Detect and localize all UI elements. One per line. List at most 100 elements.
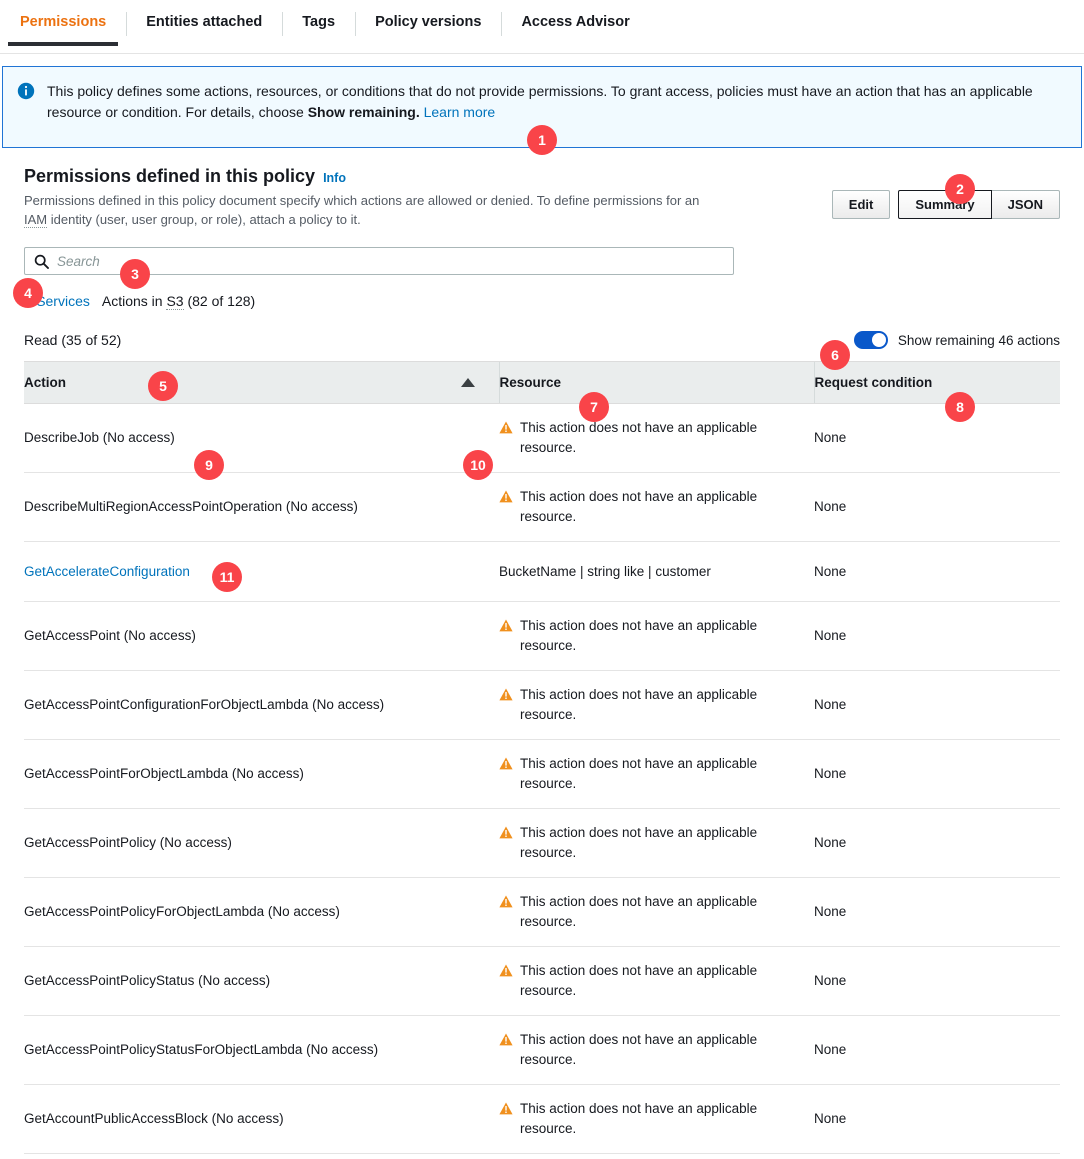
no-resource-warning: This action does not have an applicable … — [499, 685, 804, 725]
alert-text-lead: This policy defines some actions, resour… — [47, 83, 1033, 120]
no-resource-text: This action does not have an applicable … — [520, 1032, 758, 1067]
show-remaining-toggle[interactable] — [853, 331, 888, 349]
action-name: GetAccessPoint (No access) — [24, 628, 196, 643]
tab-access-advisor[interactable]: Access Advisor — [501, 0, 649, 46]
table-row: GetAccountPublicAccessBlock (No access) T… — [24, 1084, 1060, 1154]
page-root: Permissions Entities attached Tags Policy v… — [0, 0, 1084, 1159]
json-view-button[interactable]: JSON — [990, 190, 1060, 219]
action-name: GetAccessPointForObjectLambda (No access… — [24, 766, 304, 781]
tab-tags[interactable]: Tags — [282, 0, 355, 46]
request-condition-value: None — [814, 766, 847, 781]
action-cell: GetAccessPointPolicyStatusForObjectLambd… — [24, 1015, 499, 1085]
action-link[interactable]: GetAccelerateConfiguration — [24, 564, 190, 579]
action-name: GetAccessPointPolicyStatusForObjectLambd… — [24, 1042, 379, 1057]
breadcrumb-services-link[interactable]: Services — [36, 293, 90, 309]
table-header-row: Action Resource Request condition — [24, 361, 1060, 404]
no-resource-warning: This action does not have an applicable … — [499, 1030, 804, 1070]
alert-text-emphasis: Show remaining. — [307, 104, 420, 120]
edit-button[interactable]: Edit — [831, 190, 891, 219]
column-header-resource[interactable]: Resource — [498, 361, 814, 404]
no-resource-warning: This action does not have an applicable … — [499, 418, 804, 458]
search-icon — [34, 254, 49, 274]
action-cell: GetAccessPointConfigurationForObjectLamb… — [24, 670, 499, 740]
tab-policy-versions[interactable]: Policy versions — [355, 0, 501, 46]
table-row: GetAccessPointConfigurationForObjectLamb… — [24, 670, 1060, 740]
actions-table: Action Resource Request condition Descri… — [24, 361, 1060, 1159]
access-level-row: Read (35 of 52) Show remaining 46 action… — [24, 331, 1060, 361]
request-condition-value: None — [814, 904, 847, 919]
access-level-label: Read (35 of 52) — [24, 332, 122, 348]
service-name-tooltip[interactable]: S3 — [166, 293, 184, 310]
request-condition-cell: None — [814, 472, 1060, 542]
request-condition-cell: None — [814, 739, 1060, 809]
resource-value: BucketName | string like | customer — [499, 563, 711, 579]
no-resource-warning: This action does not have an applicable … — [499, 823, 804, 863]
info-alert: This policy defines some actions, resour… — [2, 66, 1082, 148]
tab-entities-attached[interactable]: Entities attached — [126, 0, 282, 46]
table-row: DescribeMultiRegionAccessPointOperation … — [24, 472, 1060, 542]
table-row: GetAccessPointForObjectLambda (No access… — [24, 739, 1060, 809]
request-condition-cell: None — [814, 403, 1060, 473]
no-resource-text: This action does not have an applicable … — [520, 894, 758, 929]
view-toggle-group: Summary JSON — [898, 190, 1060, 219]
resource-cell: This action does not have an applicable … — [499, 472, 814, 542]
info-link[interactable]: Info — [323, 171, 346, 185]
warning-icon — [499, 618, 513, 638]
action-cell: DescribeJob (No access) — [24, 403, 499, 473]
resource-cell: This action does not have an applicable … — [499, 1084, 814, 1154]
action-name: DescribeJob (No access) — [24, 430, 175, 445]
action-name: GetAccessPointConfigurationForObjectLamb… — [24, 697, 385, 712]
resource-cell: BucketName | string like | customer — [499, 541, 814, 602]
column-header-action[interactable]: Action — [24, 361, 499, 404]
summary-view-button[interactable]: Summary — [898, 190, 992, 219]
resource-cell: This action does not have an applicable … — [499, 739, 814, 809]
request-condition-value: None — [814, 499, 847, 514]
warning-icon — [499, 756, 513, 776]
request-condition-value: None — [814, 973, 847, 988]
request-condition-cell: None — [814, 1015, 1060, 1085]
iam-tooltip-term[interactable]: IAM — [24, 212, 48, 228]
request-condition-value: None — [814, 697, 847, 712]
info-icon — [17, 82, 35, 100]
request-condition-cell: None — [814, 541, 1060, 602]
table-row: GetAccessPointPolicyStatusForObjectLambd… — [24, 1015, 1060, 1085]
request-condition-cell: None — [814, 601, 1060, 671]
request-condition-cell: None — [814, 877, 1060, 947]
action-cell: GetAccountPublicAccessBlock (No access) — [24, 1084, 499, 1154]
tab-permissions[interactable]: Permissions — [0, 0, 126, 46]
column-header-resource-label: Resource — [499, 375, 562, 390]
table-row: GetAccessPointPolicyStatus (No access) Th… — [24, 946, 1060, 1016]
alert-message: This policy defines some actions, resour… — [47, 81, 1057, 129]
resource-cell: This action does not have an applicable … — [499, 403, 814, 473]
action-name: DescribeMultiRegionAccessPointOperation … — [24, 499, 358, 514]
search-input[interactable] — [25, 248, 733, 274]
panel-actions: Edit Summary JSON — [831, 166, 1060, 219]
request-condition-cell: None — [814, 670, 1060, 740]
warning-icon — [499, 894, 513, 914]
table-row: GetAccessPoint (No access) This action do… — [24, 601, 1060, 671]
no-resource-warning: This action does not have an applicable … — [499, 1099, 804, 1139]
warning-icon — [499, 420, 513, 440]
no-resource-text: This action does not have an applicable … — [520, 687, 758, 722]
table-row: GetAccelerateConfiguration BucketName | s… — [24, 541, 1060, 602]
action-cell: GetAccessPointPolicy (No access) — [24, 808, 499, 878]
no-resource-warning: This action does not have an applicable … — [499, 487, 804, 527]
back-chevron-icon: < — [24, 293, 33, 309]
learn-more-link[interactable]: Learn more — [424, 104, 496, 120]
panel-header: Permissions defined in this policy Info … — [24, 166, 1060, 229]
no-resource-text: This action does not have an applicable … — [520, 963, 758, 998]
request-condition-value: None — [814, 430, 847, 445]
no-resource-warning: This action does not have an applicable … — [499, 616, 804, 656]
resource-cell: This action does not have an applicable … — [499, 601, 814, 671]
action-name: GetAccessPointPolicy (No access) — [24, 835, 232, 850]
action-cell: GetAccessPointPolicyForObjectLambda (No … — [24, 877, 499, 947]
action-name: GetAccessPointPolicyForObjectLambda (No … — [24, 904, 340, 919]
panel-description-lead: Permissions defined in this policy docum… — [24, 193, 700, 208]
column-header-request-condition[interactable]: Request condition — [813, 361, 1060, 404]
resource-cell: This action does not have an applicable … — [499, 1015, 814, 1085]
resource-cell: This action does not have an applicable … — [499, 670, 814, 740]
table-row: GetAnalyticsConfigurationBucketName | st… — [24, 1153, 1060, 1159]
toggle-knob — [871, 333, 886, 347]
no-resource-text: This action does not have an applicable … — [520, 825, 758, 860]
page-title-text: Permissions defined in this policy — [24, 166, 316, 186]
